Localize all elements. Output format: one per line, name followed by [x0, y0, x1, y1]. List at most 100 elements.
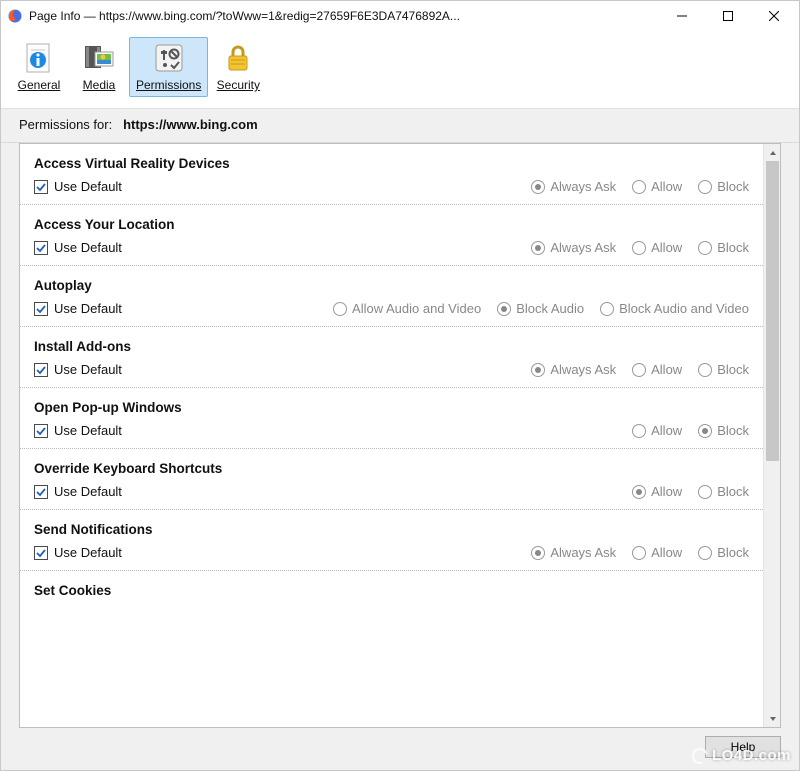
radio-label: Block [717, 240, 749, 255]
radio-label: Allow [651, 240, 682, 255]
permission-title: Install Add-ons [34, 339, 749, 354]
permission-title: Access Virtual Reality Devices [34, 156, 749, 171]
use-default-checkbox[interactable] [34, 180, 48, 194]
close-button[interactable] [751, 1, 797, 31]
scrollbar-thumb[interactable] [766, 161, 779, 461]
watermark-text: LO4D.com [712, 747, 791, 764]
use-default-checkbox[interactable] [34, 424, 48, 438]
radio-blockAV[interactable]: Block Audio and Video [600, 301, 749, 316]
firefox-icon [7, 8, 23, 24]
permission-item: Access Virtual Reality DevicesUse Defaul… [20, 144, 763, 205]
use-default-label: Use Default [54, 545, 122, 560]
permission-title: Send Notifications [34, 522, 749, 537]
permissions-list: Access Virtual Reality Devices Use Defaul… [20, 144, 763, 727]
radio-allow[interactable]: Allow [497, 606, 547, 610]
radio-alwaysAsk[interactable]: Always Ask [531, 240, 616, 255]
permission-title: Autoplay [34, 278, 749, 293]
media-icon [83, 42, 115, 74]
radio-dot-icon [632, 241, 646, 255]
toolbar: General Media Permissions Security [1, 31, 799, 109]
radio-block[interactable]: Block [698, 423, 749, 438]
permission-item: Override Keyboard Shortcuts Use Default Al… [20, 449, 763, 510]
radio-dot-icon [698, 180, 712, 194]
radio-dot-icon [698, 485, 712, 499]
radio-alwaysAsk[interactable]: Always Ask [531, 179, 616, 194]
radio-block[interactable]: Block [698, 484, 749, 499]
radio-dot-icon [698, 363, 712, 377]
minimize-button[interactable] [659, 1, 705, 31]
radio-allowAV[interactable]: Allow Audio and Video [333, 301, 481, 316]
use-default-checkbox[interactable] [34, 606, 48, 610]
use-default-label: Use Default [54, 301, 122, 316]
radio-allowSession[interactable]: Allow for Session [563, 606, 682, 610]
radio-dot-icon [563, 606, 577, 610]
use-default-label: Use Default [54, 423, 122, 438]
scroll-up-icon[interactable] [764, 144, 781, 161]
use-default-checkbox[interactable] [34, 241, 48, 255]
radio-allow[interactable]: Allow [632, 484, 682, 499]
general-icon [23, 42, 55, 74]
radio-alwaysAsk[interactable]: Always Ask [531, 545, 616, 560]
radio-dot-icon [698, 241, 712, 255]
radio-allow[interactable]: Allow [632, 240, 682, 255]
watermark-icon [689, 745, 711, 767]
radio-block[interactable]: Block [698, 179, 749, 194]
use-default-checkbox[interactable] [34, 485, 48, 499]
radio-dot-icon [600, 302, 614, 316]
use-default-label: Use Default [54, 484, 122, 499]
permissions-icon [153, 42, 185, 74]
radio-dot-icon [632, 363, 646, 377]
permission-title: Override Keyboard Shortcuts [34, 461, 749, 476]
tab-general[interactable]: General [9, 37, 69, 97]
radio-allow[interactable]: Allow [632, 545, 682, 560]
radio-label: Always Ask [550, 362, 616, 377]
radio-label: Allow [651, 362, 682, 377]
use-default-label: Use Default [54, 362, 122, 377]
radio-allow[interactable]: Allow [632, 362, 682, 377]
permissions-for-label: Permissions for: [19, 117, 112, 132]
radio-allow[interactable]: Allow [632, 423, 682, 438]
radio-label: Allow for Session [582, 606, 682, 610]
radio-dot-icon [531, 241, 545, 255]
footer: Help [1, 728, 799, 770]
radio-label: Allow [651, 484, 682, 499]
window-title: Page Info — https://www.bing.com/?toWww=… [29, 9, 460, 23]
page-info-window: Page Info — https://www.bing.com/?toWww=… [0, 0, 800, 771]
tab-media-label: Media [83, 78, 116, 92]
radio-dot-icon [531, 363, 545, 377]
permissions-for-header: Permissions for: https://www.bing.com [1, 109, 799, 143]
radio-label: Always Ask [550, 545, 616, 560]
radio-alwaysAsk[interactable]: Always Ask [531, 362, 616, 377]
use-default-label: Use Default [54, 606, 122, 610]
radio-label: Block [717, 545, 749, 560]
use-default-checkbox[interactable] [34, 546, 48, 560]
tab-security[interactable]: Security [208, 37, 268, 97]
use-default-checkbox[interactable] [34, 302, 48, 316]
permission-item: Send Notifications Use Default Always Ask A… [20, 510, 763, 571]
radio-dot-icon [698, 424, 712, 438]
titlebar: Page Info — https://www.bing.com/?toWww=… [1, 1, 799, 31]
radio-label: Block [717, 362, 749, 377]
tab-permissions[interactable]: Permissions [129, 37, 208, 97]
radio-dot-icon [632, 180, 646, 194]
tab-general-label: General [18, 78, 61, 92]
radio-dot-icon [698, 606, 712, 610]
radio-block[interactable]: Block [698, 545, 749, 560]
radio-blockAudio[interactable]: Block Audio [497, 301, 584, 316]
radio-label: Always Ask [550, 240, 616, 255]
radio-dot-icon [497, 606, 511, 610]
radio-label: Allow [651, 423, 682, 438]
radio-allow[interactable]: Allow [632, 179, 682, 194]
permission-item: Open Pop-up WindowsUse DefaultAllowBlock [20, 388, 763, 449]
tab-media[interactable]: Media [69, 37, 129, 97]
permission-title: Access Your Location [34, 217, 749, 232]
scroll-down-icon[interactable] [764, 710, 781, 727]
radio-block[interactable]: Block [698, 240, 749, 255]
radio-block[interactable]: Block [698, 606, 749, 610]
radio-block[interactable]: Block [698, 362, 749, 377]
permission-item: Access Your LocationUse DefaultAlways As… [20, 205, 763, 266]
maximize-button[interactable] [705, 1, 751, 31]
use-default-checkbox[interactable] [34, 363, 48, 377]
radio-dot-icon [531, 180, 545, 194]
vertical-scrollbar[interactable] [763, 144, 780, 727]
